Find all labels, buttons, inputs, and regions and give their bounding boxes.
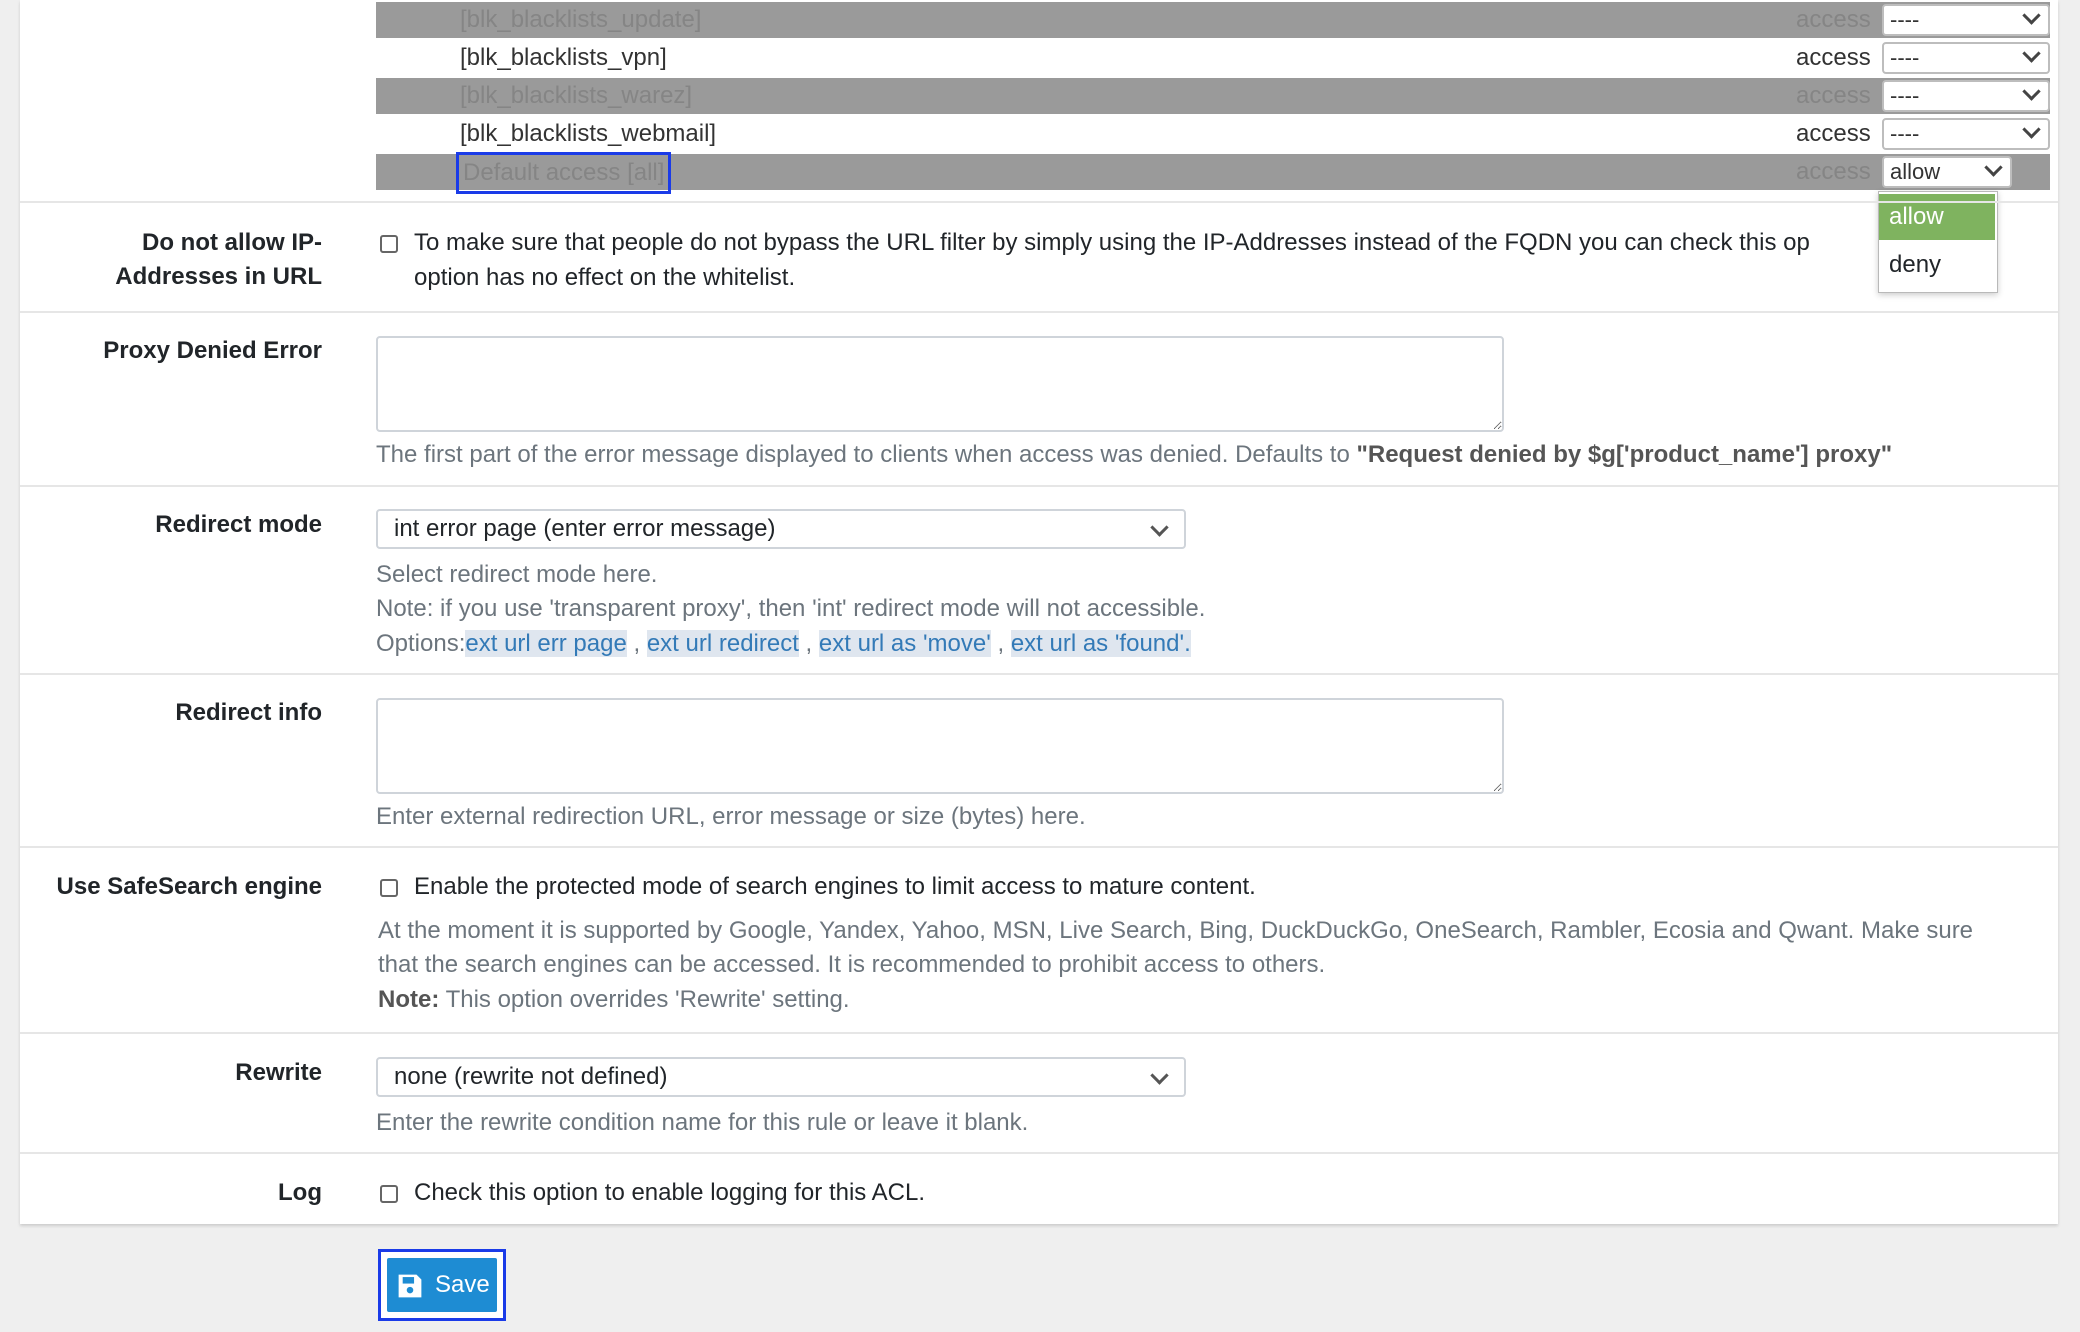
acl-row: [blk_blacklists_update] access ---- <box>376 2 2050 38</box>
option-link-ext-url-err-page[interactable]: ext url err page <box>465 630 627 657</box>
options-separator: , <box>798 630 819 657</box>
acl-row-access-value: ---- <box>1890 45 1920 70</box>
safesearch-note-bold: Note: <box>378 986 440 1013</box>
redirect-info-help: Enter external redirection URL, error me… <box>376 803 1086 830</box>
chevron-down-icon <box>2022 6 2041 25</box>
divider <box>20 201 2058 203</box>
redirect-mode-options: Options:ext url err page , ext url redir… <box>376 627 1191 661</box>
safesearch-help1: At the moment it is supported by Google,… <box>378 917 1974 944</box>
acl-row-access-value: ---- <box>1890 83 1920 108</box>
acl-row: [blk_blacklists_webmail] access ---- <box>376 116 2050 152</box>
chevron-down-icon <box>2022 120 2041 139</box>
acl-row-access-select[interactable]: ---- <box>1882 80 2050 112</box>
redirect-mode-help1: Select redirect mode here. <box>376 561 658 588</box>
rewrite-label: Rewrite <box>235 1059 322 1086</box>
save-button[interactable]: Save <box>378 1249 506 1321</box>
acl-row-access-value: ---- <box>1890 7 1920 32</box>
dropdown-option-deny[interactable]: deny <box>1879 242 1995 288</box>
acl-row: [blk_blacklists_vpn] access ---- <box>376 40 2050 76</box>
divider <box>20 1032 2058 1034</box>
redirect-info-textarea[interactable] <box>376 698 1504 794</box>
ip-addresses-text-line2: option has no effect on the whitelist. <box>414 264 796 291</box>
acl-row-access-select[interactable]: ---- <box>1882 118 2050 150</box>
proxy-denied-error-help: The first part of the error message disp… <box>376 438 1892 472</box>
acl-row-access-select[interactable]: ---- <box>1882 42 2050 74</box>
default-access-value: allow <box>1890 159 1941 184</box>
safesearch-help2: that the search engines can be accessed.… <box>378 951 1326 978</box>
proxy-denied-error-label: Proxy Denied Error <box>103 337 322 364</box>
default-access-label: Default access [all] <box>456 152 672 194</box>
acl-row: [blk_blacklists_warez] access ---- <box>376 78 2050 114</box>
safesearch-note: Note: This option overrides 'Rewrite' se… <box>378 983 850 1017</box>
redirect-mode-options-prefix: Options: <box>376 630 466 657</box>
log-checkbox-text: Check this option to enable logging for … <box>414 1179 925 1206</box>
ip-addresses-label-line2: Addresses in URL <box>115 263 322 290</box>
save-button-label: Save <box>435 1271 490 1298</box>
rewrite-help: Enter the rewrite condition name for thi… <box>376 1109 1029 1136</box>
rewrite-select[interactable]: none (rewrite not defined) <box>376 1057 1186 1097</box>
divider <box>20 311 2058 313</box>
redirect-mode-help2: Note: if you use 'transparent proxy', th… <box>376 595 1206 622</box>
acl-row-access-label: access <box>1796 82 1871 109</box>
safesearch-label: Use SafeSearch engine <box>56 873 322 900</box>
log-label: Log <box>278 1179 322 1206</box>
acl-row-name: [blk_blacklists_vpn] <box>460 44 667 71</box>
acl-row-name: [blk_blacklists_warez] <box>460 82 693 109</box>
acl-row-default: Default access [all] access allow <box>376 152 2050 194</box>
acl-row-name: [blk_blacklists_update] <box>460 6 702 33</box>
divider <box>20 485 2058 487</box>
option-link-ext-url-redirect[interactable]: ext url redirect <box>646 630 799 657</box>
acl-row-access-select[interactable]: ---- <box>1882 4 2050 36</box>
redirect-mode-label: Redirect mode <box>155 511 322 538</box>
chevron-down-icon <box>1984 158 2003 177</box>
log-checkbox[interactable] <box>380 1185 398 1203</box>
option-link-ext-url-found[interactable]: ext url as 'found'. <box>1010 630 1191 657</box>
ip-addresses-label-line1: Do not allow IP- <box>142 229 322 256</box>
acl-row-access-label: access <box>1796 6 1871 33</box>
chevron-down-icon <box>1150 1066 1169 1085</box>
acl-row-access-label: access <box>1796 120 1871 147</box>
ip-addresses-label: Do not allow IP- Addresses in URL <box>40 226 322 294</box>
divider <box>20 673 2058 675</box>
chevron-down-icon <box>2022 44 2041 63</box>
default-access-select[interactable]: allow <box>1882 156 2012 188</box>
divider <box>20 846 2058 848</box>
ip-addresses-checkbox[interactable] <box>380 235 398 253</box>
save-button-inner[interactable]: Save <box>387 1258 497 1312</box>
proxy-denied-help-text: The first part of the error message disp… <box>376 441 1357 468</box>
rewrite-value: none (rewrite not defined) <box>394 1063 668 1090</box>
divider <box>20 1152 2058 1154</box>
redirect-mode-value: int error page (enter error message) <box>394 515 776 542</box>
proxy-denied-help-default: "Request denied by $g['product_name'] pr… <box>1356 441 1893 468</box>
ip-addresses-text-line1: To make sure that people do not bypass t… <box>414 229 1810 256</box>
acl-row-access-label: access <box>1796 44 1871 71</box>
safesearch-note-text: This option overrides 'Rewrite' setting. <box>439 986 850 1013</box>
chevron-down-icon <box>1150 518 1169 537</box>
acl-row-access-label: access <box>1796 158 1871 185</box>
floppy-disk-icon <box>398 1274 422 1298</box>
options-separator: , <box>990 630 1011 657</box>
option-link-ext-url-move[interactable]: ext url as 'move' <box>818 630 991 657</box>
safesearch-checkbox-text: Enable the protected mode of search engi… <box>414 873 1256 900</box>
chevron-down-icon <box>2022 82 2041 101</box>
options-separator: , <box>626 630 647 657</box>
access-dropdown-menu: allow deny <box>1878 191 1998 293</box>
acl-row-access-value: ---- <box>1890 121 1920 146</box>
redirect-info-label: Redirect info <box>175 699 322 726</box>
safesearch-checkbox[interactable] <box>380 879 398 897</box>
acl-row-name: [blk_blacklists_webmail] <box>460 120 717 147</box>
redirect-mode-select[interactable]: int error page (enter error message) <box>376 509 1186 549</box>
proxy-denied-error-textarea[interactable] <box>376 336 1504 432</box>
